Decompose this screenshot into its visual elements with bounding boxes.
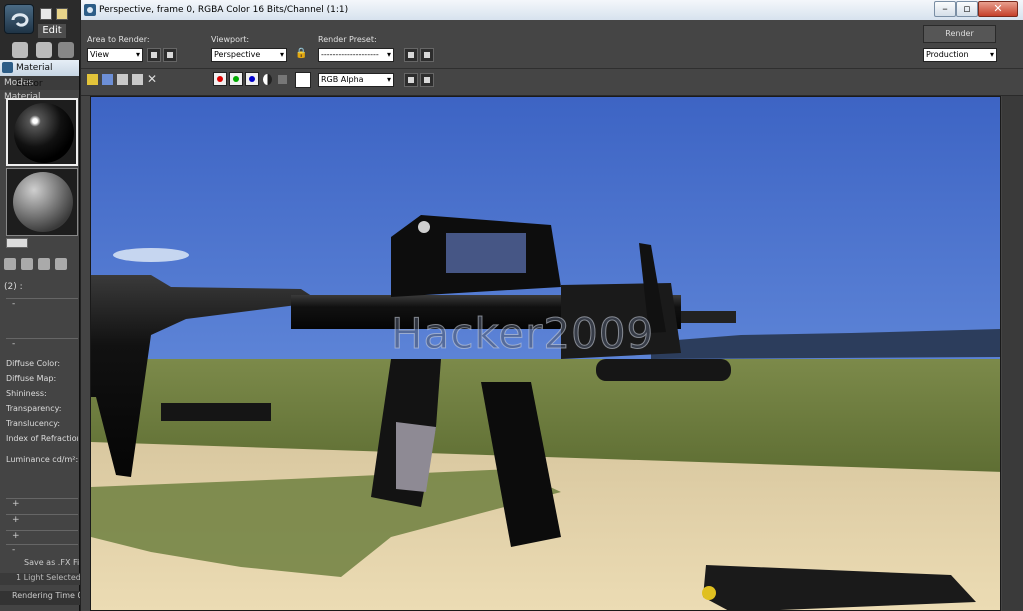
reset-material-icon[interactable] [55, 258, 67, 270]
assign-material-icon[interactable] [38, 258, 50, 270]
print-image-icon[interactable] [132, 74, 143, 85]
param-ior: Index of Refraction [6, 434, 78, 443]
toggle-ui-icon[interactable] [420, 73, 434, 87]
rollout-toggle[interactable]: - [6, 298, 78, 310]
material-slot-1[interactable] [6, 98, 78, 166]
clear-icon[interactable]: ✕ [147, 73, 158, 85]
status-render-time: Rendering Time 0: [0, 591, 80, 605]
render-frame-window: Perspective, frame 0, RGBA Color 16 Bits… [80, 0, 1023, 611]
display-channel-dropdown[interactable]: RGB Alpha [318, 73, 394, 87]
ammo-tip [702, 586, 716, 600]
edit-region-icon[interactable] [147, 48, 161, 62]
material-preview-sphere [14, 103, 74, 163]
render-button[interactable]: Render [923, 25, 996, 43]
environment-settings-icon[interactable] [420, 48, 434, 62]
material-tools [4, 258, 80, 276]
area-to-render-label: Area to Render: [87, 35, 150, 44]
material-preview-sphere [13, 172, 73, 232]
param-diffuse-map: Diffuse Map: [6, 374, 57, 383]
maximize-button[interactable]: ▫ [956, 1, 978, 17]
red-channel-toggle[interactable] [213, 72, 227, 86]
monochrome-icon[interactable] [278, 75, 287, 84]
rollout-toggle[interactable]: - [6, 544, 78, 556]
grenade-launcher [596, 359, 731, 381]
window-app-icon [84, 4, 96, 16]
material-name-field[interactable]: (2) : [4, 282, 23, 292]
render-controls: Area to Render: View Viewport: Perspecti… [81, 20, 1023, 96]
slot-scrollbar[interactable] [6, 238, 28, 248]
param-transparency: Transparency: [6, 404, 62, 413]
minimize-button[interactable]: – [934, 1, 956, 17]
material-editor-panel: Material Editor Modes Material (2) : - -… [0, 60, 80, 611]
viewport-dropdown[interactable]: Perspective [211, 48, 287, 62]
material-parameters: Diffuse Color: Diffuse Map: Shininess: T… [6, 356, 78, 496]
blue-channel-toggle[interactable] [245, 72, 259, 86]
handle-window [446, 233, 526, 273]
cloud [113, 248, 189, 262]
render-preset-dropdown[interactable]: -------------------- [318, 48, 394, 62]
put-material-icon[interactable] [21, 258, 33, 270]
viewport-label: Viewport: [211, 35, 250, 44]
rollout-toggle[interactable]: - [6, 338, 78, 350]
new-file-icon[interactable] [40, 8, 52, 20]
material-slot-2[interactable] [6, 168, 78, 236]
rollout-toggle[interactable]: + [6, 530, 78, 542]
lock-icon[interactable]: 🔒 [295, 48, 307, 62]
open-file-icon[interactable] [56, 8, 68, 20]
rollout-toggle[interactable]: + [6, 498, 78, 510]
param-shininess: Shininess: [6, 389, 47, 398]
unlink-tool-icon[interactable] [36, 42, 52, 58]
param-luminance: Luminance cd/m²: [6, 455, 78, 464]
rendered-image-viewport[interactable]: Hacker2009 [90, 96, 1001, 611]
toolbar-divider [81, 68, 1023, 69]
param-translucency: Translucency: [6, 419, 61, 428]
save-fx-button[interactable]: Save as .FX Fi [24, 558, 79, 567]
watermark-text: Hacker2009 [390, 309, 655, 359]
param-diffuse-color: Diffuse Color: [6, 359, 61, 368]
edit-tab[interactable]: Edit [38, 24, 66, 38]
render-preset-label: Render Preset: [318, 35, 377, 44]
window-titlebar[interactable]: Perspective, frame 0, RGBA Color 16 Bits… [81, 0, 1023, 20]
green-channel-toggle[interactable] [229, 72, 243, 86]
status-selection: 1 Light Selected [0, 573, 80, 585]
app-logo-icon[interactable] [4, 4, 34, 34]
copy-image-icon[interactable] [102, 74, 113, 85]
barrel [681, 311, 736, 323]
link-tool-icon[interactable] [12, 42, 28, 58]
bind-tool-icon[interactable] [58, 42, 74, 58]
stock-lower [161, 403, 271, 421]
rear-sight [418, 221, 430, 233]
render-setup-icon[interactable] [404, 48, 418, 62]
area-to-render-dropdown[interactable]: View [87, 48, 143, 62]
window-title: Perspective, frame 0, RGBA Color 16 Bits… [99, 5, 349, 15]
save-image-icon[interactable] [87, 74, 98, 85]
toggle-ui-overlay-icon[interactable] [404, 73, 418, 87]
get-material-icon[interactable] [4, 258, 16, 270]
close-button[interactable]: ✕ [978, 1, 1018, 17]
color-swatch[interactable] [295, 72, 311, 88]
rollout-toggle[interactable]: + [6, 514, 78, 526]
auto-region-icon[interactable] [163, 48, 177, 62]
max-toolbar: Edit [0, 0, 82, 62]
material-editor-icon [2, 62, 13, 73]
window-edge [1002, 96, 1023, 611]
alpha-channel-icon[interactable] [263, 74, 272, 85]
clone-window-icon[interactable] [117, 74, 128, 85]
render-mode-dropdown[interactable]: Production [923, 48, 997, 62]
material-editor-title: Material Editor [0, 60, 79, 89]
